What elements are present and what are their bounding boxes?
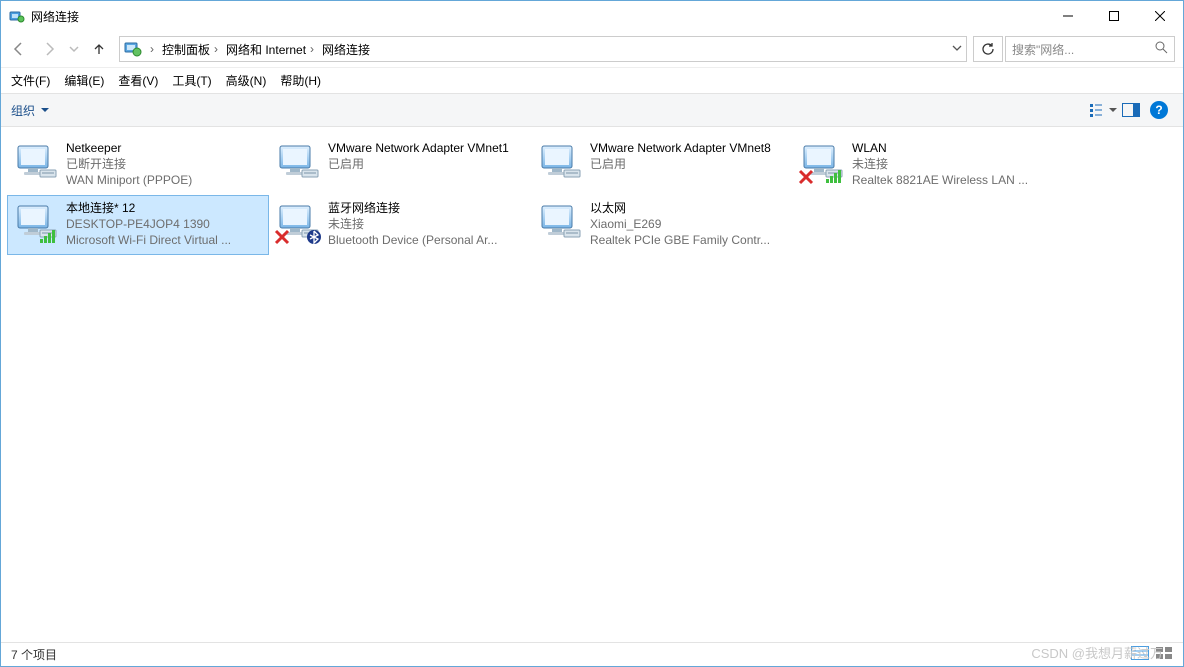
menu-view[interactable]: 查看(V) [118, 72, 158, 89]
chevron-down-icon [41, 106, 49, 114]
app-icon [9, 8, 25, 24]
large-icons-view-button[interactable] [1155, 646, 1173, 663]
network-connection-item[interactable]: 蓝牙网络连接 未连接 Bluetooth Device (Personal Ar… [269, 195, 531, 255]
view-options-button[interactable] [1089, 98, 1117, 122]
status-bar: 7 个项目 [1, 642, 1183, 666]
title-bar: 网络连接 [1, 1, 1183, 31]
details-view-button[interactable] [1131, 646, 1149, 663]
item-device: Microsoft Wi-Fi Direct Virtual ... [66, 232, 264, 248]
item-text: 本地连接* 12 DESKTOP-PE4JOP4 1390 Microsoft … [66, 200, 264, 248]
item-name: Netkeeper [66, 140, 264, 156]
item-device: Realtek PCIe GBE Family Contr... [590, 232, 788, 248]
network-adapter-icon [12, 200, 60, 248]
content-area[interactable]: Netkeeper 已断开连接 WAN Miniport (PPPOE) VMw… [1, 127, 1183, 642]
menu-help[interactable]: 帮助(H) [280, 72, 321, 89]
item-text: WLAN 未连接 Realtek 8821AE Wireless LAN ... [852, 140, 1050, 188]
network-connection-item[interactable]: 以太网 Xiaomi_E269 Realtek PCIe GBE Family … [531, 195, 793, 255]
signal-bars-icon [826, 169, 844, 186]
breadcrumb-item[interactable]: 网络连接 [318, 41, 374, 58]
item-text: VMware Network Adapter VMnet1 已启用 [328, 140, 526, 172]
breadcrumb-item[interactable]: 控制面板› [158, 41, 222, 58]
item-status: 已启用 [590, 156, 788, 172]
disconnected-x-icon [798, 169, 814, 188]
help-button[interactable]: ? [1145, 98, 1173, 122]
network-connection-item[interactable]: VMware Network Adapter VMnet8 已启用 [531, 135, 793, 195]
search-box[interactable]: 搜索"网络... [1005, 36, 1175, 62]
disconnected-x-icon [274, 229, 290, 248]
network-connection-item[interactable]: 本地连接* 12 DESKTOP-PE4JOP4 1390 Microsoft … [7, 195, 269, 255]
network-adapter-icon [536, 140, 584, 188]
breadcrumb-item[interactable]: 网络和 Internet› [222, 41, 318, 58]
arrow-right-icon [41, 41, 57, 57]
item-status: Xiaomi_E269 [590, 216, 788, 232]
refresh-icon [981, 42, 995, 56]
network-adapter-icon [12, 140, 60, 188]
chevron-down-icon [1109, 106, 1117, 114]
forward-button[interactable] [35, 35, 63, 63]
preview-pane-button[interactable] [1117, 98, 1145, 122]
item-name: 以太网 [590, 200, 788, 216]
nav-bar: › 控制面板› 网络和 Internet› 网络连接 搜索"网络... [1, 31, 1183, 67]
address-dropdown-icon[interactable] [952, 42, 962, 56]
item-device: Bluetooth Device (Personal Ar... [328, 232, 526, 248]
item-name: 本地连接* 12 [66, 200, 264, 216]
item-name: VMware Network Adapter VMnet1 [328, 140, 526, 156]
up-button[interactable] [85, 35, 113, 63]
recent-locations-button[interactable] [65, 35, 83, 63]
item-text: Netkeeper 已断开连接 WAN Miniport (PPPOE) [66, 140, 264, 188]
arrow-left-icon [11, 41, 27, 57]
network-adapter-icon [274, 140, 322, 188]
breadcrumb-sep[interactable]: › [146, 42, 158, 56]
organize-button[interactable]: 组织 [11, 102, 49, 119]
close-button[interactable] [1137, 1, 1183, 31]
item-status: 已启用 [328, 156, 526, 172]
signal-bars-icon [40, 229, 58, 246]
item-status: DESKTOP-PE4JOP4 1390 [66, 216, 264, 232]
window-title: 网络连接 [31, 8, 1045, 25]
item-text: 以太网 Xiaomi_E269 Realtek PCIe GBE Family … [590, 200, 788, 248]
item-status: 未连接 [328, 216, 526, 232]
network-adapter-icon [274, 200, 322, 248]
item-text: 蓝牙网络连接 未连接 Bluetooth Device (Personal Ar… [328, 200, 526, 248]
address-bar[interactable]: › 控制面板› 网络和 Internet› 网络连接 [119, 36, 967, 62]
network-connection-item[interactable]: Netkeeper 已断开连接 WAN Miniport (PPPOE) [7, 135, 269, 195]
menu-file[interactable]: 文件(F) [11, 72, 50, 89]
item-status: 未连接 [852, 156, 1050, 172]
toolbar: 组织 ? [1, 93, 1183, 127]
item-name: VMware Network Adapter VMnet8 [590, 140, 788, 156]
refresh-button[interactable] [973, 36, 1003, 62]
minimize-button[interactable] [1045, 1, 1091, 31]
window-controls [1045, 1, 1183, 31]
network-connection-item[interactable]: WLAN 未连接 Realtek 8821AE Wireless LAN ... [793, 135, 1055, 195]
item-text: VMware Network Adapter VMnet8 已启用 [590, 140, 788, 172]
maximize-button[interactable] [1091, 1, 1137, 31]
back-button[interactable] [5, 35, 33, 63]
item-name: WLAN [852, 140, 1050, 156]
bluetooth-icon [306, 229, 322, 248]
network-adapter-icon [798, 140, 846, 188]
chevron-down-icon [69, 44, 79, 54]
item-status: 已断开连接 [66, 156, 264, 172]
control-panel-icon [124, 40, 142, 58]
network-adapter-icon [536, 200, 584, 248]
arrow-up-icon [91, 41, 107, 57]
explorer-window: 网络连接 [0, 0, 1184, 667]
search-icon [1155, 41, 1168, 57]
network-connection-item[interactable]: VMware Network Adapter VMnet1 已启用 [269, 135, 531, 195]
item-device: Realtek 8821AE Wireless LAN ... [852, 172, 1050, 188]
item-device: WAN Miniport (PPPOE) [66, 172, 264, 188]
item-name: 蓝牙网络连接 [328, 200, 526, 216]
menu-bar: 文件(F) 编辑(E) 查看(V) 工具(T) 高级(N) 帮助(H) [1, 67, 1183, 93]
status-text: 7 个项目 [11, 646, 57, 663]
search-placeholder: 搜索"网络... [1012, 41, 1074, 58]
help-icon: ? [1150, 101, 1168, 119]
menu-advanced[interactable]: 高级(N) [226, 72, 267, 89]
menu-tools[interactable]: 工具(T) [172, 72, 211, 89]
menu-edit[interactable]: 编辑(E) [64, 72, 104, 89]
